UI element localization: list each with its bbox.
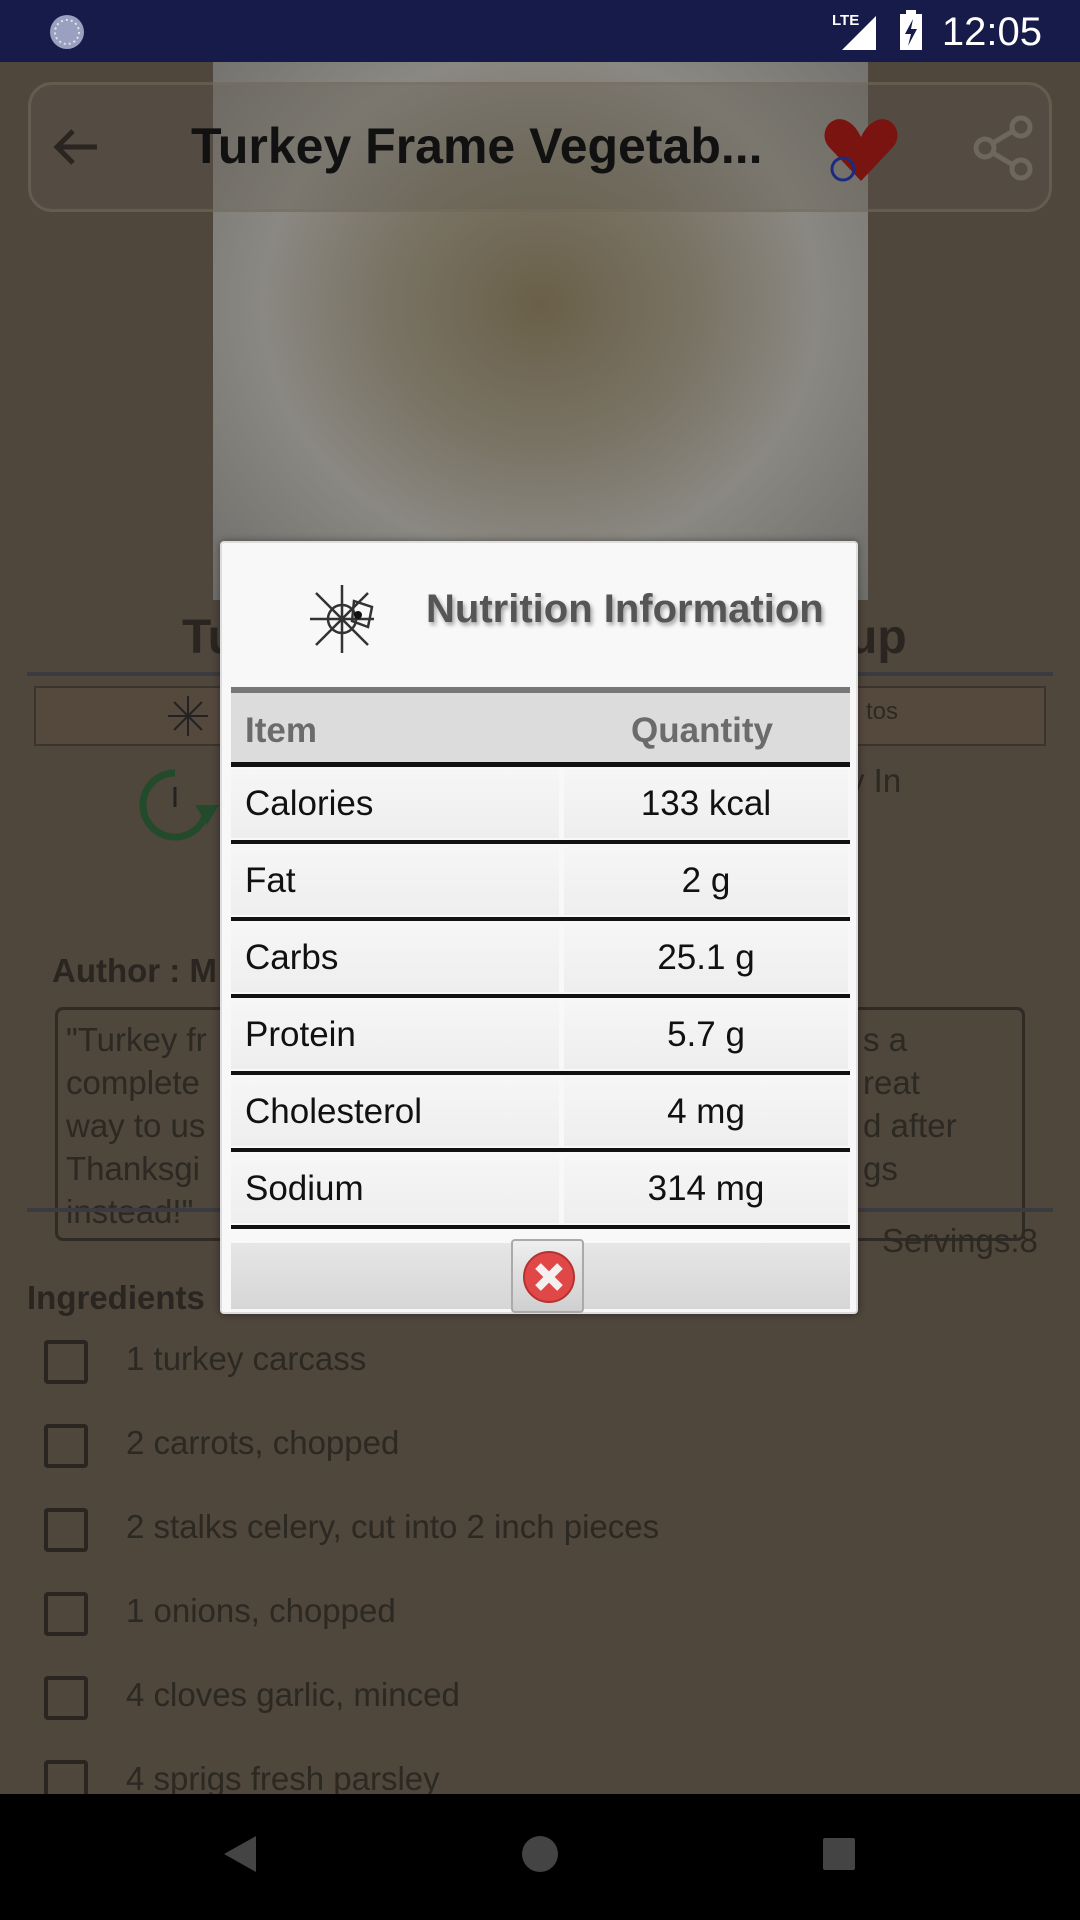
ingredient-label: 2 carrots, chopped [126,1424,400,1461]
close-button[interactable] [511,1239,584,1313]
favorite-heart-icon[interactable] [821,113,901,185]
toolbar: Turkey Frame Vegetab... [28,82,1052,212]
share-icon[interactable] [971,115,1037,181]
item-cell: Carbs [231,923,559,992]
ingredient-label: 1 turkey carcass [126,1340,367,1377]
checkbox[interactable] [44,1592,88,1636]
description-line: "Turkey fr [66,1021,207,1058]
checkbox[interactable] [44,1508,88,1552]
description-line: reat [863,1064,920,1101]
item-cell: Fat [231,846,559,915]
signal-icon [842,16,876,50]
chef-logo-icon [168,696,208,736]
description-line: complete [66,1064,200,1101]
author-label: Author : M [52,952,217,989]
checkbox[interactable] [44,1676,88,1720]
back-arrow-icon[interactable] [51,125,101,170]
table-row: Fat 2 g [231,844,850,921]
description-line: gs [863,1150,898,1187]
nutrition-dialog: Nutrition Information Item Quantity Calo… [220,541,858,1314]
timer-icon [139,769,219,841]
checkbox[interactable] [44,1424,88,1468]
ingredient-label: 4 sprigs fresh parsley [126,1760,440,1797]
chef-logo-icon [310,585,374,653]
quantity-cell: 4 mg [564,1077,848,1146]
description-line: s a [863,1021,908,1058]
item-cell: Cholesterol [231,1077,559,1146]
checkbox[interactable] [44,1340,88,1384]
header-quantity: Quantity [631,711,773,750]
home-nav-icon[interactable] [520,1834,560,1874]
close-x-icon [523,1251,575,1303]
ingredient-label: 4 cloves garlic, minced [126,1676,460,1713]
table-row: Calories 133 kcal [231,767,850,844]
navigation-bar [0,1794,1080,1920]
dialog-footer [231,1239,850,1313]
battery-charging-icon [900,10,922,50]
table-row: Carbs 25.1 g [231,921,850,998]
ingredient-label: 1 onions, chopped [126,1592,396,1629]
clock: 12:05 [941,10,1042,54]
description-left: "Turkey fr complete way to us Thanksgi i… [66,1018,207,1233]
dialog-title: Nutrition Information [426,587,824,631]
quantity-cell: 133 kcal [564,769,848,838]
description-line: way to us [66,1107,206,1144]
tab-fragment: tos [866,698,899,725]
item-cell: Protein [231,1000,559,1069]
ingredients-heading: Ingredients [27,1279,205,1316]
description-line: Thanksgi [66,1150,200,1187]
table-row: Cholesterol 4 mg [231,1075,850,1152]
quantity-cell: 2 g [564,846,848,915]
app-notification-icon [50,15,84,49]
ingredient-label: 2 stalks celery, cut into 2 inch pieces [126,1508,660,1545]
quantity-cell: 5.7 g [564,1000,848,1069]
toolbar-title: Turkey Frame Vegetab... [191,118,763,174]
header-item: Item [245,711,317,750]
quantity-cell: 314 mg [564,1154,848,1223]
description-right: s a reat d after gs [863,1018,957,1190]
table-header: Item Quantity [231,687,850,767]
recents-nav-icon[interactable] [821,1836,857,1872]
back-nav-icon[interactable] [222,1834,258,1874]
item-cell: Sodium [231,1154,559,1223]
servings: Servings:8 [882,1222,1038,1259]
table-row: Protein 5.7 g [231,998,850,1075]
table-row: Sodium 314 mg [231,1152,850,1229]
quantity-cell: 25.1 g [564,923,848,992]
status-bar: LTE 12:05 [0,0,1080,62]
description-line: d after [863,1107,957,1144]
item-cell: Calories [231,769,559,838]
